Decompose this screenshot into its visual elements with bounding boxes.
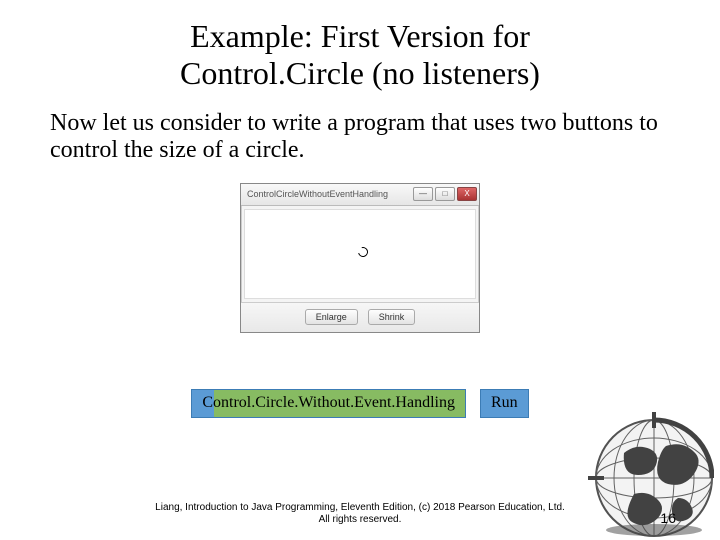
footer-line-1: Liang, Introduction to Java Programming,…	[155, 502, 565, 513]
maximize-icon: □	[435, 187, 455, 201]
canvas-area	[244, 209, 476, 299]
button-row: Enlarge Shrink	[241, 302, 479, 332]
close-icon: X	[457, 187, 477, 201]
run-link[interactable]: Run	[480, 389, 529, 418]
window-titlebar: ControlCircleWithoutEventHandling — □ X	[241, 184, 479, 206]
circle-shape	[356, 245, 370, 259]
footer-line-2: All rights reserved.	[319, 514, 402, 525]
window-controls: — □ X	[413, 187, 477, 201]
body-paragraph: Now let us consider to write a program t…	[0, 92, 720, 165]
enlarge-button: Enlarge	[305, 309, 358, 325]
example-screenshot: ControlCircleWithoutEventHandling — □ X …	[240, 183, 480, 333]
slide-title: Example: First Version for Control.Circl…	[0, 0, 720, 92]
code-link[interactable]: Control.Circle.Without.Event.Handling	[191, 389, 466, 418]
code-link-label: Control.Circle.Without.Event.Handling	[202, 394, 455, 411]
page-number: 16	[660, 510, 676, 526]
run-link-label: Run	[491, 394, 518, 411]
window-title: ControlCircleWithoutEventHandling	[247, 189, 388, 199]
minimize-icon: —	[413, 187, 433, 201]
copyright-footer: Liang, Introduction to Java Programming,…	[0, 502, 720, 526]
shrink-button: Shrink	[368, 309, 416, 325]
title-line-2: Control.Circle (no listeners)	[180, 55, 540, 91]
title-line-1: Example: First Version for	[190, 18, 530, 54]
